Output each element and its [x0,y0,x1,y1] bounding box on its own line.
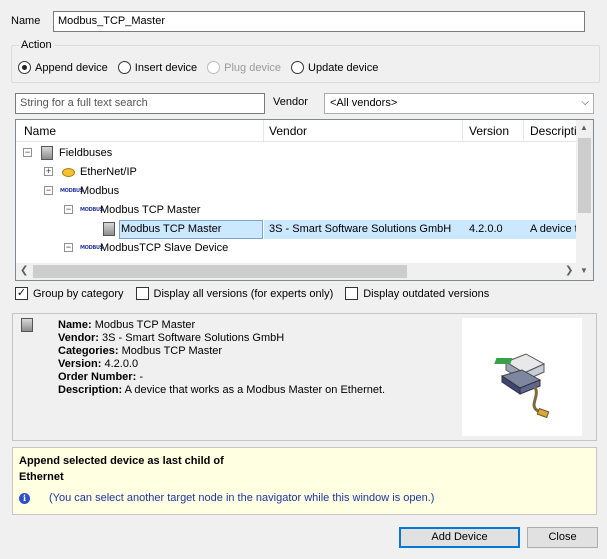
horizontal-scroll-thumb[interactable] [33,265,407,278]
device-tree[interactable]: Name Vendor Version Descriptio − Fieldbu… [15,119,594,281]
tree-row[interactable]: − Fieldbuses [16,144,578,163]
device-icon [41,146,53,160]
action-legend: Action [19,39,54,51]
plug-device-radio: Plug device [207,61,281,74]
modbus-icon: MODBUS [80,207,104,213]
column-header-version[interactable]: Version [469,124,509,138]
tree-item-description: A device t [530,223,578,235]
hint-line-2: Ethernet [19,471,64,483]
action-radio-row: Append device Insert device Plug device … [18,61,388,74]
chevron-down-icon: ⌵ [581,97,589,108]
options-row: ✓ Group by category Display all versions… [15,287,501,300]
display-outdated-versions-checkbox[interactable]: Display outdated versions [345,287,489,300]
tree-row[interactable]: − MODBUS Modbus TCP Master [16,201,578,220]
tree-row[interactable]: − MODBUS Modbus [16,182,578,201]
ethernet-ip-icon [62,168,75,177]
detail-order-label: Order Number: [58,371,137,383]
horizontal-scrollbar[interactable]: ❮ ❯ [16,263,578,280]
detail-categories-label: Categories: [58,345,119,357]
device-icon [21,318,33,332]
tree-item-label: Modbus TCP Master [121,223,222,235]
tree-item-vendor: 3S - Smart Software Solutions GmbH [269,223,452,235]
expand-icon[interactable]: + [44,167,53,176]
append-device-radio[interactable]: Append device [18,61,108,74]
display-all-versions-checkbox[interactable]: Display all versions (for experts only) [135,287,334,300]
detail-description-value: A device that works as a Modbus Master o… [124,384,386,396]
scroll-left-icon[interactable]: ❮ [20,265,28,276]
detail-categories-value: Modbus TCP Master [121,345,223,357]
scroll-corner: ▼ [576,263,593,280]
checkmark-icon[interactable]: ✓ [15,287,28,300]
collapse-icon[interactable]: − [23,148,32,157]
vendor-select[interactable]: <All vendors> ⌵ [324,93,594,114]
column-header-name[interactable]: Name [24,124,56,138]
detail-vendor-label: Vendor: [58,332,99,344]
scroll-right-icon[interactable]: ❯ [565,265,573,276]
tree-row[interactable]: + EtherNet/IP [16,163,578,182]
device-name-input[interactable]: Modbus_TCP_Master [53,11,585,32]
insert-device-label: Insert device [134,61,198,74]
update-device-label: Update device [308,61,379,74]
scroll-up-icon[interactable]: ▲ [580,123,588,132]
vendor-select-value: <All vendors> [330,97,398,109]
vertical-scroll-thumb[interactable] [578,138,591,213]
radio-circle[interactable] [291,61,305,74]
search-input[interactable]: String for a full text search [15,93,265,114]
device-preview-image [462,318,582,436]
device-icon [103,222,115,236]
hint-title: Append selected device as last child of … [19,453,224,485]
tree-item-label: Modbus TCP Master [100,204,201,216]
modbus-icon: MODBUS [80,245,104,251]
checkbox-box[interactable] [345,287,359,300]
network-device-icon [494,353,550,419]
collapse-icon[interactable]: − [64,243,73,252]
detail-vendor-value: 3S - Smart Software Solutions GmbH [102,332,285,344]
update-device-radio[interactable]: Update device [291,61,378,74]
group-by-category-label: Group by category [33,287,124,300]
radio-circle[interactable] [18,61,31,74]
tree-row-selected[interactable]: Modbus TCP Master 3S - Smart Software So… [16,220,578,239]
append-device-label: Append device [35,61,108,74]
name-label: Name [11,15,41,27]
tree-header: Name Vendor Version Descriptio [16,120,593,142]
tree-item-label: ModbusTCP Slave Device [100,242,229,254]
tree-item-label: Modbus [80,185,120,197]
plug-device-label: Plug device [224,61,282,74]
display-all-versions-label: Display all versions (for experts only) [153,287,334,300]
radio-circle [207,61,221,74]
insert-device-radio[interactable]: Insert device [117,61,198,74]
vendor-label: Vendor [273,96,308,108]
device-info-panel: Name: Modbus TCP Master Vendor: 3S - Sma… [12,313,597,441]
checkbox-box[interactable] [135,287,149,300]
vertical-scrollbar[interactable]: ▲ [576,120,593,265]
collapse-icon[interactable]: − [44,186,53,195]
tree-item-label: Fieldbuses [59,147,113,159]
close-button[interactable]: Close [527,527,598,548]
detail-order-value: - [139,371,143,383]
column-header-vendor[interactable]: Vendor [269,124,307,138]
tree-item-version: 4.2.0.0 [469,223,503,235]
append-hint-panel: Append selected device as last child of … [12,447,597,515]
hint-info: i (You can select another target node in… [19,492,434,504]
detail-version-value: 4.2.0.0 [104,358,139,370]
detail-name-value: Modbus TCP Master [94,319,196,331]
group-by-category-checkbox[interactable]: ✓ Group by category [15,287,124,300]
info-icon: i [19,492,30,504]
hint-line-1: Append selected device as last child of [19,455,224,467]
detail-version-label: Version: [58,358,102,370]
add-device-button[interactable]: Add Device [399,527,520,548]
radio-circle[interactable] [117,61,131,74]
modbus-icon: MODBUS [60,188,84,194]
collapse-icon[interactable]: − [64,205,73,214]
tree-row[interactable]: − MODBUS ModbusTCP Slave Device [16,239,578,258]
device-details: Name: Modbus TCP Master Vendor: 3S - Sma… [58,319,385,397]
scroll-down-icon[interactable]: ▼ [580,266,588,275]
hint-info-text: (You can select another target node in t… [49,492,435,504]
detail-description-label: Description: [58,384,123,396]
detail-name-label: Name: [58,319,92,331]
display-outdated-versions-label: Display outdated versions [363,287,490,300]
tree-item-label: EtherNet/IP [80,166,137,178]
